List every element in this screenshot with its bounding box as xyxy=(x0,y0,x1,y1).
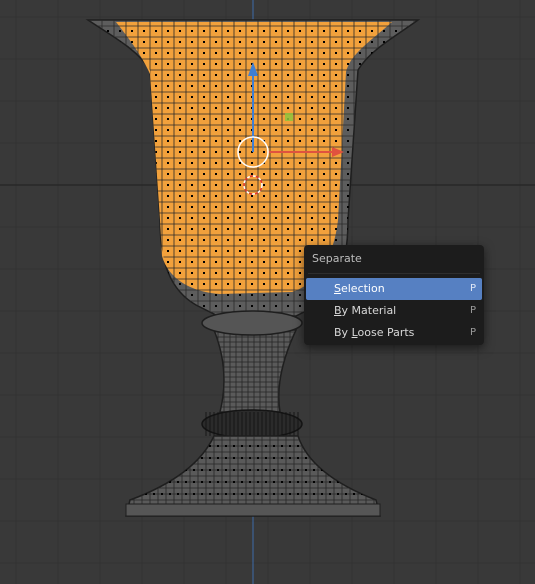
menu-item-label: oose Parts xyxy=(357,326,415,339)
mesh-base-rim[interactable] xyxy=(125,503,381,517)
separate-menu: Separate Selection P By Material P By Lo… xyxy=(304,245,484,345)
menu-item-shortcut: P xyxy=(469,305,476,316)
menu-title: Separate xyxy=(312,252,362,265)
menu-divider xyxy=(308,273,480,274)
mesh-knot[interactable] xyxy=(201,409,303,439)
menu-item-by-loose-parts[interactable]: By Loose Parts P xyxy=(306,322,482,344)
menu-item-label: y Material xyxy=(341,304,397,317)
menu-item-label: election xyxy=(340,282,385,295)
menu-item-selection[interactable]: Selection P xyxy=(306,278,482,300)
menu-item-prefix: By xyxy=(334,326,352,339)
menu-item-by-material[interactable]: By Material P xyxy=(306,300,482,322)
menu-item-shortcut: P xyxy=(469,327,476,338)
menu-item-mnemonic: B xyxy=(334,304,342,317)
y-axis-handle-icon[interactable] xyxy=(285,113,293,121)
menu-item-shortcut: P xyxy=(469,283,476,294)
mesh-collar[interactable] xyxy=(201,310,303,336)
menu-item-mnemonic: S xyxy=(334,282,341,295)
